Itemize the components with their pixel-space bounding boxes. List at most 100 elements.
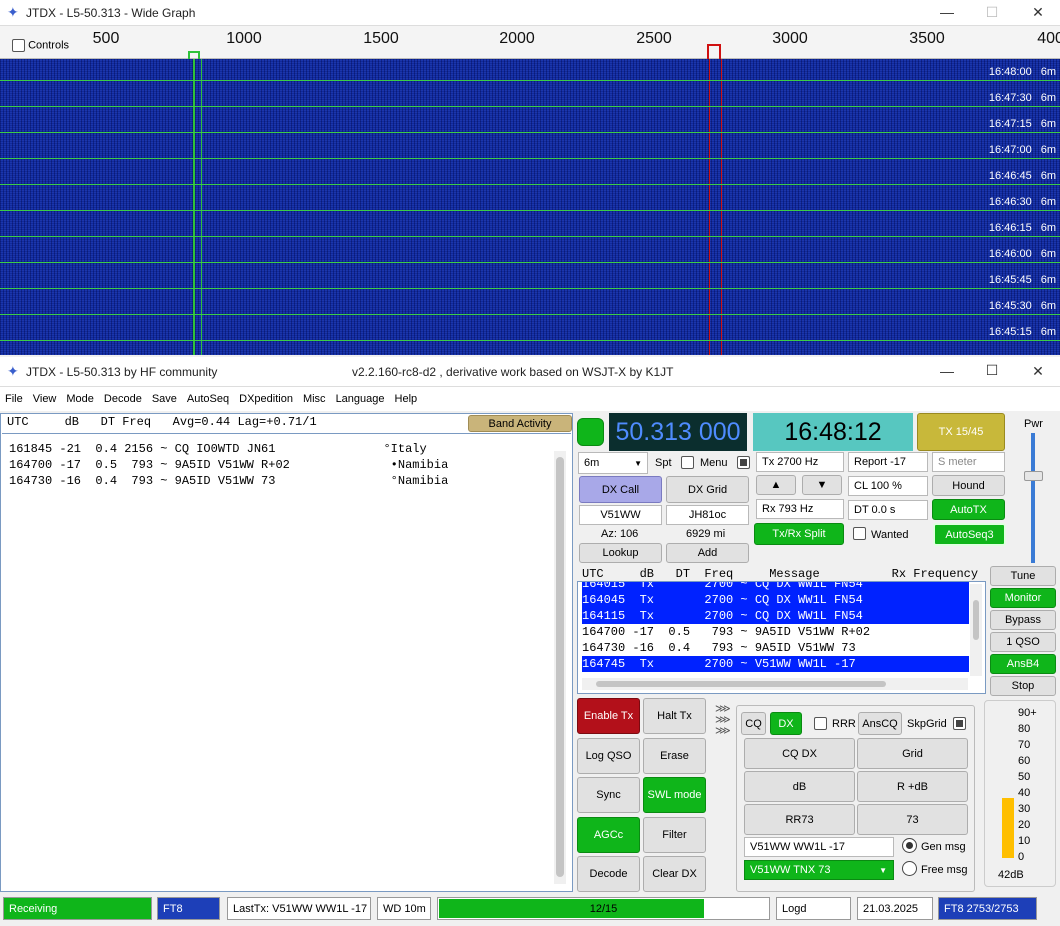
bypass-button[interactable]: Bypass xyxy=(990,610,1056,630)
cl-field[interactable]: CL 100 % xyxy=(848,476,928,496)
pwr-slider-handle[interactable] xyxy=(1024,471,1043,481)
cq-button[interactable]: CQ xyxy=(741,712,766,735)
band-activity-row[interactable]: 164700 -17 0.5 793 ~ 9A5ID V51WW R+02 •N… xyxy=(9,457,448,473)
menu-item-misc[interactable]: Misc xyxy=(298,387,331,405)
filter-button[interactable]: Filter xyxy=(643,817,706,853)
lookup-button[interactable]: Lookup xyxy=(579,543,662,563)
maximize-icon[interactable]: ☐ xyxy=(980,4,1004,21)
spt-checkbox[interactable] xyxy=(681,456,694,469)
rx-horizontal-scrollbar[interactable] xyxy=(582,678,968,690)
decode-button[interactable]: Decode xyxy=(577,856,640,892)
chevron-down-icon: ▼ xyxy=(879,865,887,875)
cq-dx-button[interactable]: CQ DX xyxy=(744,738,855,769)
band-select[interactable]: 6m ▼ xyxy=(578,452,648,474)
rrr-checkbox[interactable] xyxy=(814,717,827,730)
menu-item-help[interactable]: Help xyxy=(390,387,423,405)
waterfall[interactable]: 16:48:00 6m 16:47:30 6m 16:47:15 6m 16:47:00 6m… xyxy=(0,59,1060,355)
1-qso-button[interactable]: 1 QSO xyxy=(990,632,1056,652)
sync-button[interactable]: Sync xyxy=(577,777,640,813)
menu-item-autoseq[interactable]: AutoSeq xyxy=(182,387,234,405)
menu-item-file[interactable]: File xyxy=(0,387,28,405)
tx-period-button[interactable]: TX 15/45 xyxy=(917,413,1005,451)
73-button[interactable]: 73 xyxy=(857,804,968,835)
db-button[interactable]: dB xyxy=(744,771,855,802)
tune-button[interactable]: Tune xyxy=(990,566,1056,586)
controls-toggle[interactable]: Controls xyxy=(12,39,69,52)
band-activity-row[interactable]: 161845 -21 0.4 2156 ~ CQ IO0WTD JN61 °It… xyxy=(9,441,448,457)
tx-marker[interactable] xyxy=(707,44,721,59)
band-activity-list[interactable]: 161845 -21 0.4 2156 ~ CQ IO0WTD JN61 °It… xyxy=(9,441,448,489)
rx-message-list[interactable]: 164015 Tx 2700 ~ CQ DX WW1L FN54 164045 T… xyxy=(582,582,969,672)
rx-message-row[interactable]: 164730 -16 0.4 793 ~ 9A5ID V51WW 73 xyxy=(582,640,969,656)
down-arrow-icon[interactable]: ▼ xyxy=(802,475,842,495)
minimize-icon[interactable]: — xyxy=(935,4,959,20)
dx-call-field[interactable]: V51WW xyxy=(579,505,662,525)
report-field[interactable]: Report -17 xyxy=(848,452,928,472)
up-arrow-icon[interactable]: ▲ xyxy=(756,475,796,495)
dt-field[interactable]: DT 0.0 s xyxy=(848,500,928,520)
pwr-slider-track[interactable] xyxy=(1031,433,1035,563)
s-meter-field[interactable]: S meter xyxy=(932,452,1005,472)
gen-msg-radio[interactable] xyxy=(902,838,917,853)
band-scrollbar[interactable] xyxy=(554,451,566,884)
halt-tx-button[interactable]: Halt Tx xyxy=(643,698,706,734)
menu-item-dxpedition[interactable]: DXpedition xyxy=(234,387,298,405)
dx-grid-field[interactable]: JH81oc xyxy=(666,505,749,525)
band-activity-row[interactable]: 164730 -16 0.4 793 ~ 9A5ID V51WW 73 °Nam… xyxy=(9,473,448,489)
menu-item-save[interactable]: Save xyxy=(147,387,182,405)
band-activity-button[interactable]: Band Activity xyxy=(468,415,572,432)
scrollbar-thumb[interactable] xyxy=(556,457,564,877)
rx-marker[interactable] xyxy=(188,51,200,59)
gen-msg-field[interactable]: V51WW WW1L -17 xyxy=(744,837,894,857)
agcc-button[interactable]: AGCc xyxy=(577,817,640,853)
swl-mode-button[interactable]: SWL mode xyxy=(643,777,706,813)
free-msg-select[interactable]: V51WW TNX 73 ▼ xyxy=(744,860,894,880)
maximize-icon[interactable]: ☐ xyxy=(980,362,1004,379)
minimize-icon[interactable]: — xyxy=(935,363,959,379)
main-titlebar: ✦ JTDX - L5-50.313 by HF community v2.2.… xyxy=(0,357,1060,387)
rx-vertical-scrollbar[interactable] xyxy=(970,584,982,676)
tx-rx-split-button[interactable]: Tx/Rx Split xyxy=(754,523,844,545)
menu-item-decode[interactable]: Decode xyxy=(99,387,147,405)
enable-tx-button[interactable]: Enable Tx xyxy=(577,698,640,734)
tab-switch-icon[interactable]: ⋙ ⋙ ⋙ xyxy=(715,704,731,737)
add-button[interactable]: Add xyxy=(666,543,749,563)
scrollbar-thumb[interactable] xyxy=(973,600,979,640)
erase-button[interactable]: Erase xyxy=(643,738,706,774)
log-qso-button[interactable]: Log QSO xyxy=(577,738,640,774)
free-msg-radio[interactable] xyxy=(902,861,917,876)
stop-button[interactable]: Stop xyxy=(990,676,1056,696)
menu-checkbox[interactable] xyxy=(737,456,750,469)
monitor-button[interactable]: Monitor xyxy=(990,588,1056,608)
menu-item-language[interactable]: Language xyxy=(331,387,390,405)
skpgrid-checkbox[interactable] xyxy=(953,717,966,730)
clear-dx-button[interactable]: Clear DX xyxy=(643,856,706,892)
pwr-label: Pwr xyxy=(1024,418,1043,430)
scrollbar-thumb[interactable] xyxy=(596,681,886,687)
close-icon[interactable]: ✕ xyxy=(1026,363,1050,380)
rx-message-row[interactable]: 164700 -17 0.5 793 ~ 9A5ID V51WW R+02 xyxy=(582,624,969,640)
tx-frequency-field[interactable]: Tx 2700 Hz xyxy=(756,452,844,472)
autotx-button[interactable]: AutoTX xyxy=(932,499,1005,520)
rx-message-row[interactable]: 164745 Tx 2700 ~ V51WW WW1L -17 xyxy=(582,656,969,672)
r-db-button[interactable]: R +dB xyxy=(857,771,968,802)
autoseq-button[interactable]: AutoSeq3 xyxy=(933,523,1006,546)
anscq-button[interactable]: AnsCQ xyxy=(858,712,902,735)
menu-item-mode[interactable]: Mode xyxy=(61,387,99,405)
rx-message-row[interactable]: 164015 Tx 2700 ~ CQ DX WW1L FN54 xyxy=(582,582,969,592)
grid-button[interactable]: Grid xyxy=(857,738,968,769)
hound-button[interactable]: Hound xyxy=(932,475,1005,496)
dx-call-button[interactable]: DX Call xyxy=(579,476,662,503)
rx-message-row[interactable]: 164115 Tx 2700 ~ CQ DX WW1L FN54 xyxy=(582,608,969,624)
wanted-checkbox[interactable] xyxy=(853,527,866,540)
menu-item-view[interactable]: View xyxy=(28,387,62,405)
rr73-button[interactable]: RR73 xyxy=(744,804,855,835)
controls-checkbox[interactable] xyxy=(12,39,25,52)
rx-message-row[interactable]: 164045 Tx 2700 ~ CQ DX WW1L FN54 xyxy=(582,592,969,608)
dx-grid-button[interactable]: DX Grid xyxy=(666,476,749,503)
frequency-ruler[interactable]: Controls 500 1000 1500 2000 2500 3000 3500 4000 xyxy=(0,26,1060,59)
rx-frequency-field[interactable]: Rx 793 Hz xyxy=(756,499,844,519)
ansb4-button[interactable]: AnsB4 xyxy=(990,654,1056,674)
dx-button[interactable]: DX xyxy=(770,712,802,735)
close-icon[interactable]: ✕ xyxy=(1026,4,1050,21)
